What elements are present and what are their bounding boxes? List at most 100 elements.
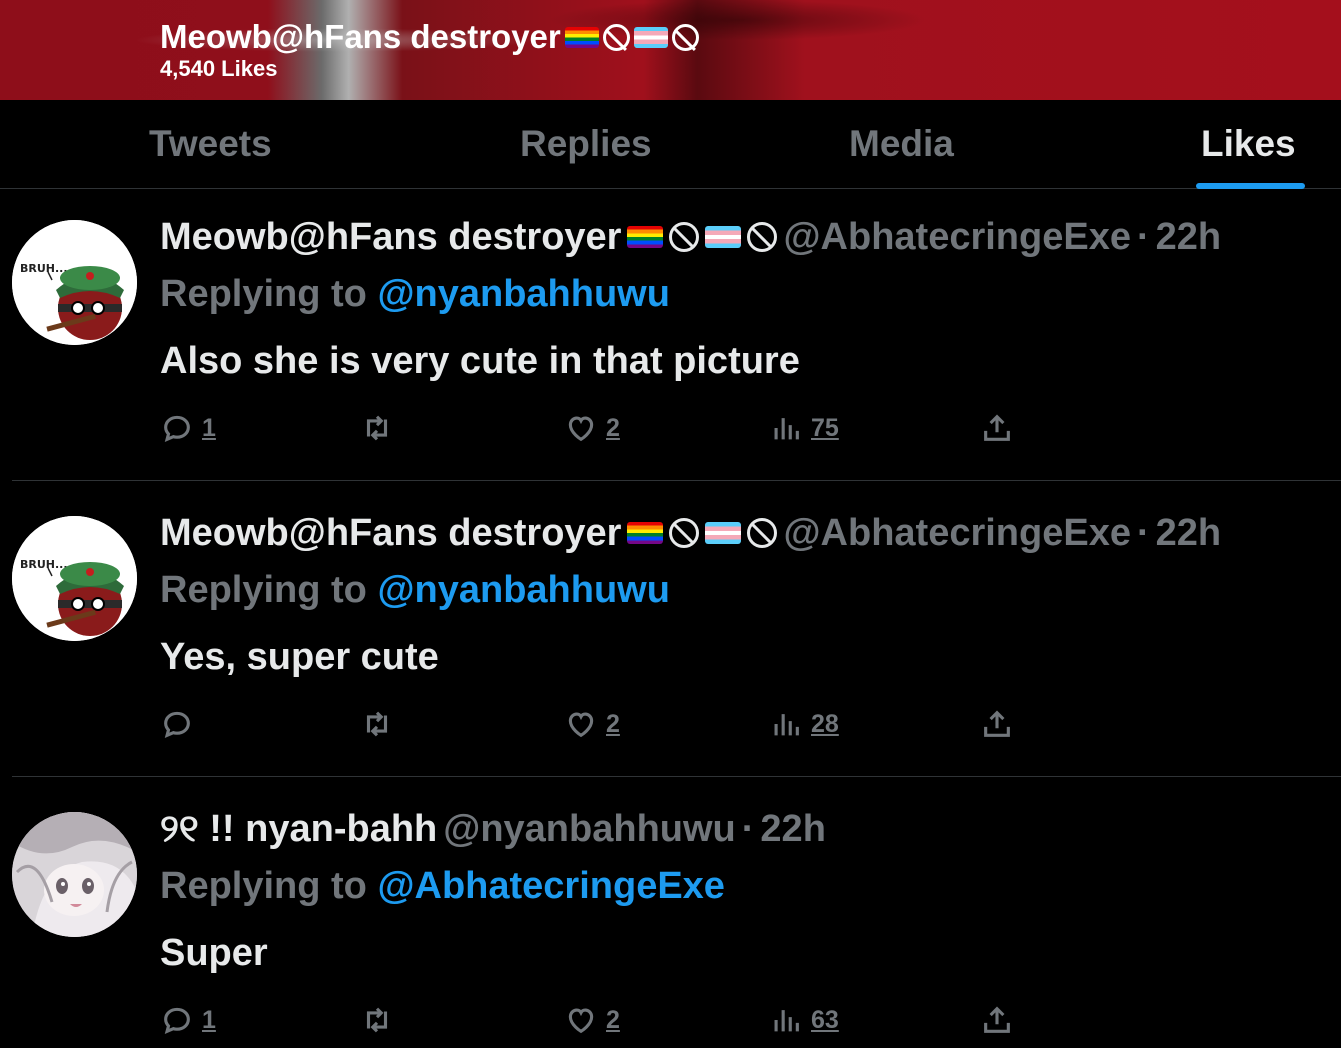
- tweet-timestamp[interactable]: 22h: [1156, 511, 1221, 555]
- anime-girl-avatar-icon: [12, 812, 137, 937]
- views-button[interactable]: 63: [769, 1000, 839, 1040]
- retweet-button[interactable]: [360, 704, 402, 744]
- retweet-icon: [366, 1007, 388, 1033]
- like-button[interactable]: 2: [564, 408, 620, 448]
- rainbow-flag-icon: [627, 522, 664, 544]
- views-button[interactable]: 28: [769, 704, 839, 744]
- retweet-button[interactable]: [360, 1000, 402, 1040]
- avatar[interactable]: [12, 812, 137, 937]
- prohibited-icon: [669, 222, 700, 252]
- like-button[interactable]: 2: [564, 704, 620, 744]
- retweet-icon: [366, 711, 388, 737]
- prohibited-icon: [602, 23, 630, 51]
- tab-likes[interactable]: Likes: [1196, 100, 1305, 189]
- reply-icon: [164, 711, 190, 739]
- trans-flag-icon: [705, 522, 742, 544]
- replying-to: Replying to @AbhatecringeExe: [160, 864, 725, 908]
- tweet-actions: 1 2 63: [160, 1000, 1060, 1040]
- tab-tweets[interactable]: Tweets: [149, 100, 272, 188]
- tweet-timestamp[interactable]: 22h: [1156, 215, 1221, 259]
- replying-to: Replying to @nyanbahhuwu: [160, 568, 670, 612]
- heart-icon: [568, 416, 594, 442]
- replying-to-prefix: Replying to: [160, 569, 367, 611]
- tab-likes-label: Likes: [1201, 123, 1296, 164]
- heart-icon: [568, 712, 594, 738]
- countryball-avatar-icon: BRUH...: [12, 516, 137, 641]
- tweet-author-name[interactable]: Meowb@hFans destroyer: [160, 215, 621, 259]
- tweet-text: Yes, super cute: [160, 636, 439, 678]
- tweet[interactable]: BRUH... Meowb@hFans destroyer @Abhatecri…: [0, 189, 1341, 481]
- tweet-actions: 2 28: [160, 704, 1060, 744]
- tweet-header: ୨୧ !! nyan-bahh @nyanbahhuwu · 22h: [160, 807, 826, 851]
- prohibited-icon: [671, 23, 699, 51]
- tweet-actions: 1 2 75: [160, 408, 1060, 448]
- reply-count: 1: [202, 413, 216, 442]
- reply-count: 1: [202, 1005, 216, 1034]
- heart-icon: [568, 1008, 594, 1034]
- views-count: 75: [811, 413, 839, 442]
- tweet-header: Meowb@hFans destroyer @AbhatecringeExe ·…: [160, 215, 1221, 259]
- tweet-author-handle[interactable]: @nyanbahhuwu: [443, 807, 736, 851]
- like-count: 2: [606, 709, 620, 738]
- tweet-text: Super: [160, 932, 268, 974]
- tweet-divider: [12, 480, 1341, 481]
- share-icon: [984, 710, 1010, 737]
- trans-flag-icon: [705, 226, 742, 248]
- profile-likes-count: 4,540 Likes: [160, 56, 278, 81]
- tweet-author-handle[interactable]: @AbhatecringeExe: [783, 511, 1131, 555]
- views-chart-icon: [774, 1010, 799, 1032]
- tab-tweets-label: Tweets: [149, 123, 272, 164]
- tweet-header: Meowb@hFans destroyer @AbhatecringeExe ·…: [160, 511, 1221, 555]
- tab-replies-label: Replies: [520, 123, 652, 164]
- tweet[interactable]: BRUH... Meowb@hFans destroyer @Abhatecri…: [0, 485, 1341, 777]
- rainbow-flag-icon: [627, 226, 664, 248]
- avatar[interactable]: BRUH...: [12, 516, 137, 641]
- replying-to-mention[interactable]: @nyanbahhuwu: [377, 273, 670, 315]
- tweet-timestamp[interactable]: 22h: [760, 807, 825, 851]
- tweet-author-name[interactable]: ୨୧ !! nyan-bahh: [160, 807, 437, 851]
- prohibited-icon: [669, 518, 700, 548]
- profile-header-text: Meowb@hFans destroyer 4,540 Likes: [160, 18, 699, 82]
- like-button[interactable]: 2: [564, 1000, 620, 1040]
- reply-button[interactable]: 1: [160, 1000, 216, 1040]
- bruh-text: BRUH...: [20, 262, 68, 275]
- views-button[interactable]: 75: [769, 408, 839, 448]
- views-chart-icon: [774, 418, 799, 440]
- retweet-button[interactable]: [360, 408, 402, 448]
- avatar[interactable]: BRUH...: [12, 220, 137, 345]
- like-count: 2: [606, 413, 620, 442]
- profile-name-text: Meowb@hFans destroyer: [160, 18, 561, 55]
- prohibited-icon: [747, 222, 778, 252]
- share-button[interactable]: [980, 704, 1014, 744]
- tweet[interactable]: ୨୧ !! nyan-bahh @nyanbahhuwu · 22h Reply…: [0, 781, 1341, 1048]
- bruh-text: BRUH...: [20, 558, 68, 571]
- replying-to-prefix: Replying to: [160, 865, 367, 907]
- replying-to-mention[interactable]: @nyanbahhuwu: [377, 569, 670, 611]
- replying-to-prefix: Replying to: [160, 273, 367, 315]
- tweet-text: Also she is very cute in that picture: [160, 340, 800, 382]
- tab-replies[interactable]: Replies: [520, 100, 652, 188]
- like-count: 2: [606, 1005, 620, 1034]
- share-button[interactable]: [980, 1000, 1014, 1040]
- trans-flag-icon: [633, 26, 668, 48]
- tweet-separator-dot: ·: [1136, 512, 1150, 554]
- replying-to: Replying to @nyanbahhuwu: [160, 272, 670, 316]
- tweet-author-name[interactable]: Meowb@hFans destroyer: [160, 511, 621, 555]
- reply-button[interactable]: [160, 704, 202, 744]
- rainbow-flag-icon: [564, 26, 599, 48]
- profile-header-banner: Meowb@hFans destroyer 4,540 Likes: [0, 0, 1341, 100]
- reply-button[interactable]: 1: [160, 408, 216, 448]
- reply-icon: [164, 415, 190, 443]
- tweet-divider: [12, 776, 1341, 777]
- profile-name: Meowb@hFans destroyer: [160, 18, 699, 56]
- countryball-avatar-icon: BRUH...: [12, 220, 137, 345]
- replying-to-mention[interactable]: @AbhatecringeExe: [377, 865, 725, 907]
- views-chart-icon: [774, 714, 799, 736]
- views-count: 28: [811, 709, 839, 738]
- tweet-separator-dot: ·: [741, 808, 755, 850]
- retweet-icon: [366, 415, 388, 441]
- tweet-author-handle[interactable]: @AbhatecringeExe: [783, 215, 1131, 259]
- share-button[interactable]: [980, 408, 1014, 448]
- tab-media[interactable]: Media: [849, 100, 954, 188]
- prohibited-icon: [747, 518, 778, 548]
